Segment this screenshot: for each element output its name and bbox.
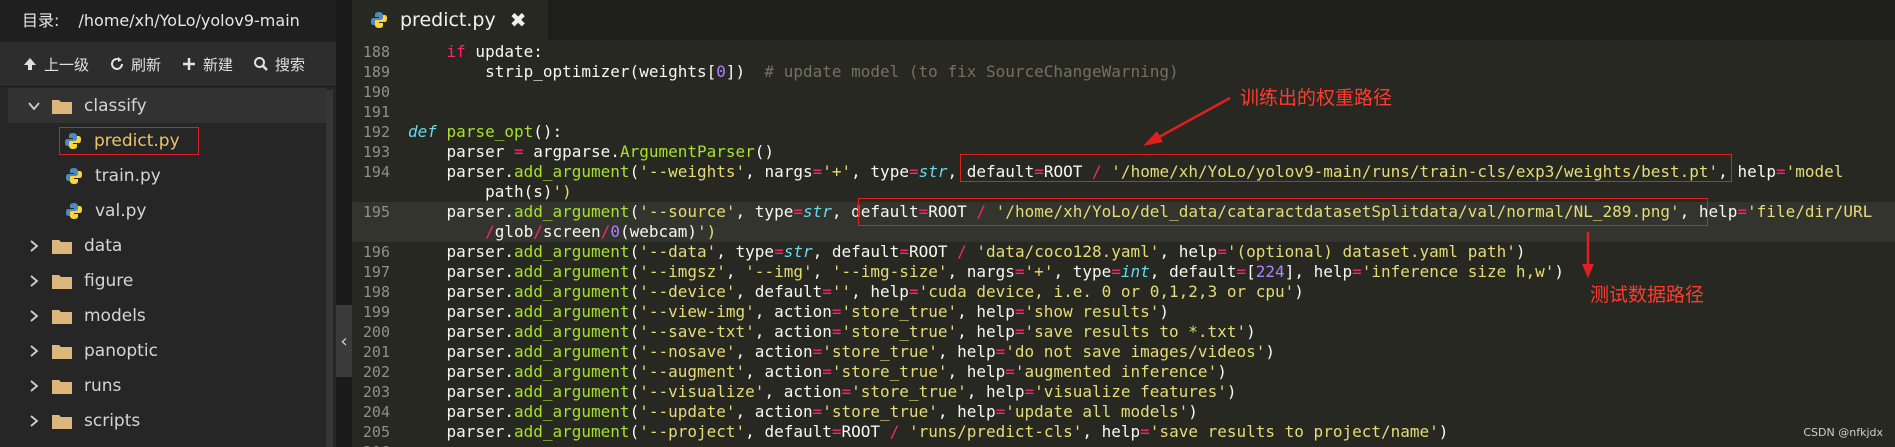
test-data-note: 测试数据路径	[1590, 284, 1705, 306]
watermark: CSDN @nfkjdx	[1803, 426, 1883, 439]
weights-path-note: 训练出的权重路径	[1240, 87, 1393, 109]
annotation-arrows	[1143, 96, 1594, 278]
